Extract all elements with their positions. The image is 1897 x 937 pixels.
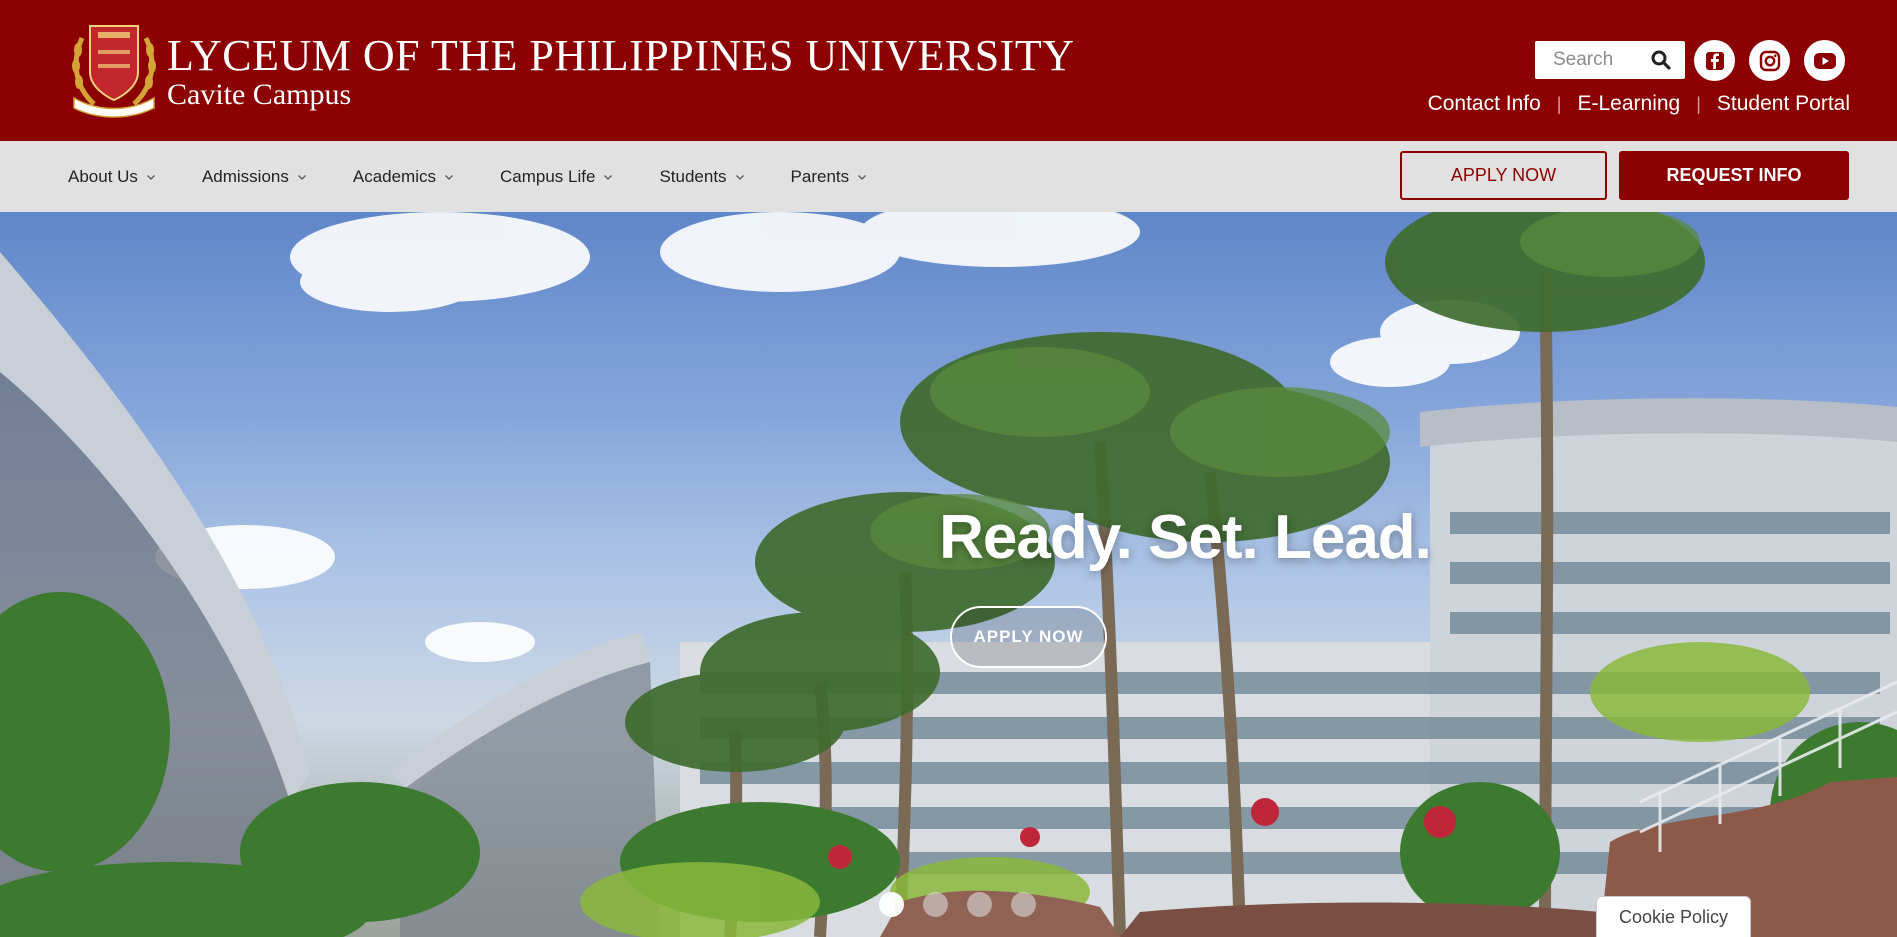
- nav-item-campus-life[interactable]: Campus Life: [500, 167, 613, 187]
- chevron-down-icon: [445, 174, 453, 180]
- nav-item-about-us[interactable]: About Us: [68, 167, 156, 187]
- nav-item-label: About Us: [68, 166, 138, 186]
- nav-item-academics[interactable]: Academics: [353, 167, 454, 187]
- contact-info-link[interactable]: Contact Info: [1428, 92, 1541, 116]
- search-icon[interactable]: [1651, 50, 1671, 70]
- request-info-button[interactable]: REQUEST INFO: [1619, 151, 1849, 200]
- nav-item-parents[interactable]: Parents: [791, 167, 868, 187]
- nav-item-label: Students: [659, 166, 727, 186]
- chevron-down-icon: [604, 174, 613, 180]
- hero-slider: Ready. Set. Lead. APPLY NOW: [0, 212, 1897, 937]
- nav-item-students[interactable]: Students: [659, 167, 744, 187]
- separator: |: [1556, 93, 1562, 114]
- student-portal-link[interactable]: Student Portal: [1717, 92, 1850, 116]
- separator: |: [1696, 93, 1701, 114]
- facebook-icon: [1705, 51, 1724, 70]
- nav-item-admissions[interactable]: Admissions: [202, 167, 307, 187]
- slide-dot-2[interactable]: [923, 892, 948, 917]
- utility-links: Contact Info | E-Learning | Student Port…: [1428, 92, 1850, 116]
- youtube-icon: [1813, 52, 1836, 69]
- university-seal-logo[interactable]: [68, 20, 160, 120]
- university-name[interactable]: LYCEUM OF THE PHILIPPINES UNIVERSITY: [167, 30, 1074, 81]
- nav-item-label: Academics: [352, 166, 436, 186]
- facebook-link[interactable]: [1694, 40, 1735, 81]
- chevron-down-icon: [297, 174, 306, 180]
- slide-dot-4[interactable]: [1011, 892, 1036, 917]
- chevron-down-icon: [858, 174, 867, 180]
- instagram-icon: [1759, 50, 1780, 71]
- nav-item-label: Parents: [790, 166, 850, 186]
- cookie-policy-button[interactable]: Cookie Policy: [1596, 896, 1751, 937]
- campus-hero-image: [0, 212, 1897, 937]
- chevron-down-icon: [735, 174, 744, 180]
- chevron-down-icon: [146, 174, 155, 180]
- slider-pagination: [879, 892, 1055, 917]
- search-box: [1535, 41, 1685, 79]
- instagram-link[interactable]: [1749, 40, 1790, 81]
- campus-name[interactable]: Cavite Campus: [167, 78, 351, 112]
- apply-now-button[interactable]: APPLY NOW: [1400, 151, 1607, 200]
- site-header: LYCEUM OF THE PHILIPPINES UNIVERSITY Cav…: [0, 0, 1897, 141]
- slide-dot-3[interactable]: [967, 892, 992, 917]
- nav-item-label: Admissions: [201, 166, 289, 186]
- hero-headline: Ready. Set. Lead.: [939, 503, 1432, 572]
- e-learning-link[interactable]: E-Learning: [1577, 92, 1680, 116]
- main-navigation: About Us Admissions Academics Campus Lif…: [0, 141, 1897, 212]
- slide-dot-1[interactable]: [879, 892, 904, 917]
- hero-apply-now-button[interactable]: APPLY NOW: [950, 606, 1107, 668]
- youtube-link[interactable]: [1804, 40, 1845, 81]
- search-input[interactable]: [1535, 42, 1643, 78]
- nav-item-label: Campus Life: [500, 166, 596, 186]
